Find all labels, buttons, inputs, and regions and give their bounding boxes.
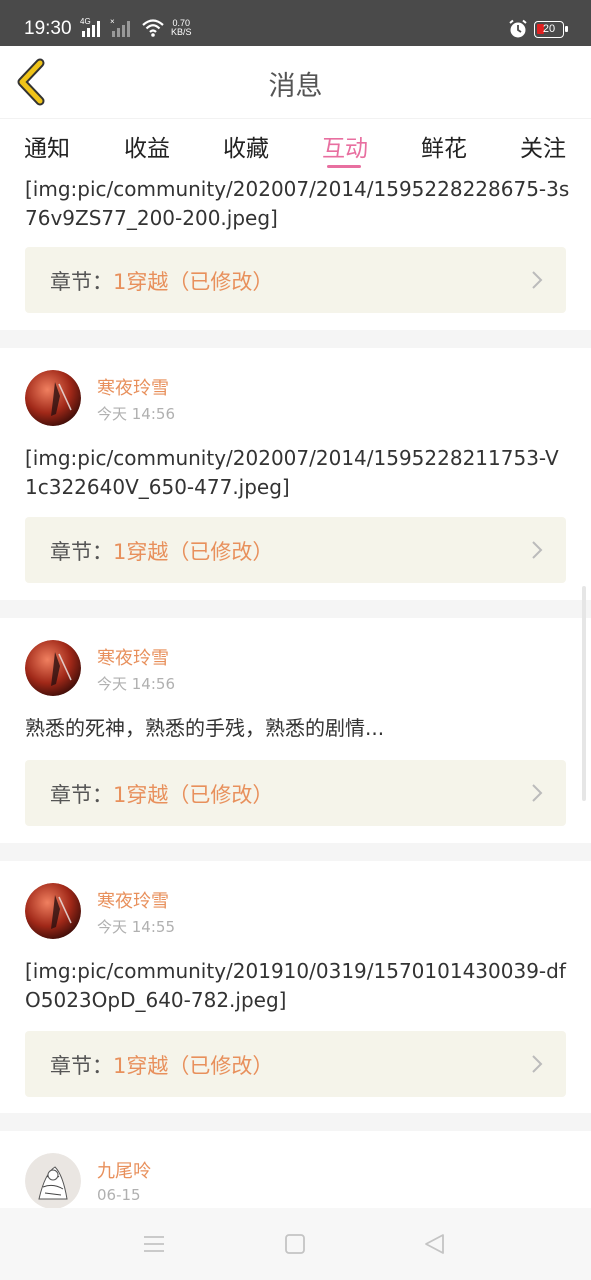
timestamp: 今天 14:56 <box>97 675 175 693</box>
system-nav-bar <box>0 1208 591 1280</box>
chapter-link[interactable]: 章节：1穿越（已修改） <box>25 1031 566 1097</box>
chevron-right-icon <box>532 271 543 289</box>
tab-notifications[interactable]: 通知 <box>12 129 82 163</box>
username[interactable]: 九尾呤 <box>97 1157 151 1183</box>
net-speed: 0.70 KB/S <box>171 18 192 37</box>
chapter-name: 1穿越（已修改） <box>113 783 274 807</box>
tab-earnings[interactable]: 收益 <box>112 129 182 163</box>
avatar[interactable] <box>25 370 81 426</box>
chapter-link[interactable]: 章节：1穿越（已修改） <box>25 760 566 826</box>
message-text: 熟悉的死神，熟悉的手残，熟悉的剧情... <box>25 716 385 740</box>
active-tab-indicator <box>327 165 361 168</box>
timestamp: 今天 14:56 <box>97 405 175 423</box>
tab-follows[interactable]: 关注 <box>508 129 578 163</box>
status-bar: 19:30 4G × 0.70 KB/S 20 <box>0 0 591 46</box>
alarm-icon <box>508 19 528 39</box>
back-triangle-icon[interactable] <box>423 1232 447 1256</box>
chapter-name: 1穿越（已修改） <box>113 540 274 564</box>
message-text: [img:pic/community/201910/0319/157010143… <box>25 959 566 1012</box>
status-time: 19:30 <box>24 18 72 39</box>
message-text: [img:pic/community/202007/2014/159522821… <box>25 446 559 499</box>
timestamp: 06-15 <box>97 1186 141 1204</box>
tab-flowers[interactable]: 鲜花 <box>409 129 479 163</box>
signal-strength-icon: 4G <box>80 17 106 38</box>
chevron-right-icon <box>532 541 543 559</box>
wifi-icon <box>142 18 164 42</box>
chapter-link[interactable]: 章节：1穿越（已修改） <box>25 517 566 583</box>
message-card: 寒夜玲雪 今天 14:56 熟悉的死神，熟悉的手残，熟悉的剧情... 章节：1穿… <box>0 618 591 840</box>
chevron-right-icon <box>532 1055 543 1073</box>
divider <box>0 330 591 348</box>
avatar[interactable] <box>25 1153 81 1208</box>
message-card: 寒夜玲雪 今天 14:55 [img:pic/community/201910/… <box>0 861 591 1111</box>
chapter-name: 1穿越（已修改） <box>113 270 274 294</box>
tab-interactions[interactable]: 互动 <box>310 129 380 163</box>
home-icon[interactable] <box>283 1232 307 1256</box>
scrollbar[interactable] <box>582 586 586 801</box>
message-text: [img:pic/community/202007/2014/159522822… <box>25 177 570 230</box>
header: 消息 <box>0 46 591 118</box>
message-card: 寒夜玲雪 今天 14:56 [img:pic/community/202007/… <box>0 348 591 598</box>
message-card: 九尾呤 06-15 <box>0 1131 591 1208</box>
message-card: [img:pic/community/202007/2014/159522822… <box>0 170 591 328</box>
username[interactable]: 寒夜玲雪 <box>97 374 169 400</box>
timestamp: 今天 14:55 <box>97 918 175 936</box>
tab-favorites[interactable]: 收藏 <box>211 129 281 163</box>
divider <box>0 600 591 618</box>
page-title: 消息 <box>268 71 323 102</box>
chapter-link[interactable]: 章节：1穿越（已修改） <box>25 247 566 313</box>
avatar[interactable] <box>25 883 81 939</box>
divider <box>0 1113 591 1131</box>
username[interactable]: 寒夜玲雪 <box>97 644 169 670</box>
chevron-right-icon <box>532 784 543 802</box>
battery-icon: 20 <box>534 21 568 38</box>
signal-none-icon: × <box>110 17 136 38</box>
divider <box>0 843 591 861</box>
username[interactable]: 寒夜玲雪 <box>97 887 169 913</box>
tab-bar: 通知 收益 收藏 互动 鲜花 关注 <box>0 118 591 170</box>
chapter-name: 1穿越（已修改） <box>113 1054 274 1078</box>
avatar[interactable] <box>25 640 81 696</box>
message-list[interactable]: [img:pic/community/202007/2014/159522822… <box>0 170 591 1208</box>
menu-icon[interactable] <box>142 1232 166 1256</box>
